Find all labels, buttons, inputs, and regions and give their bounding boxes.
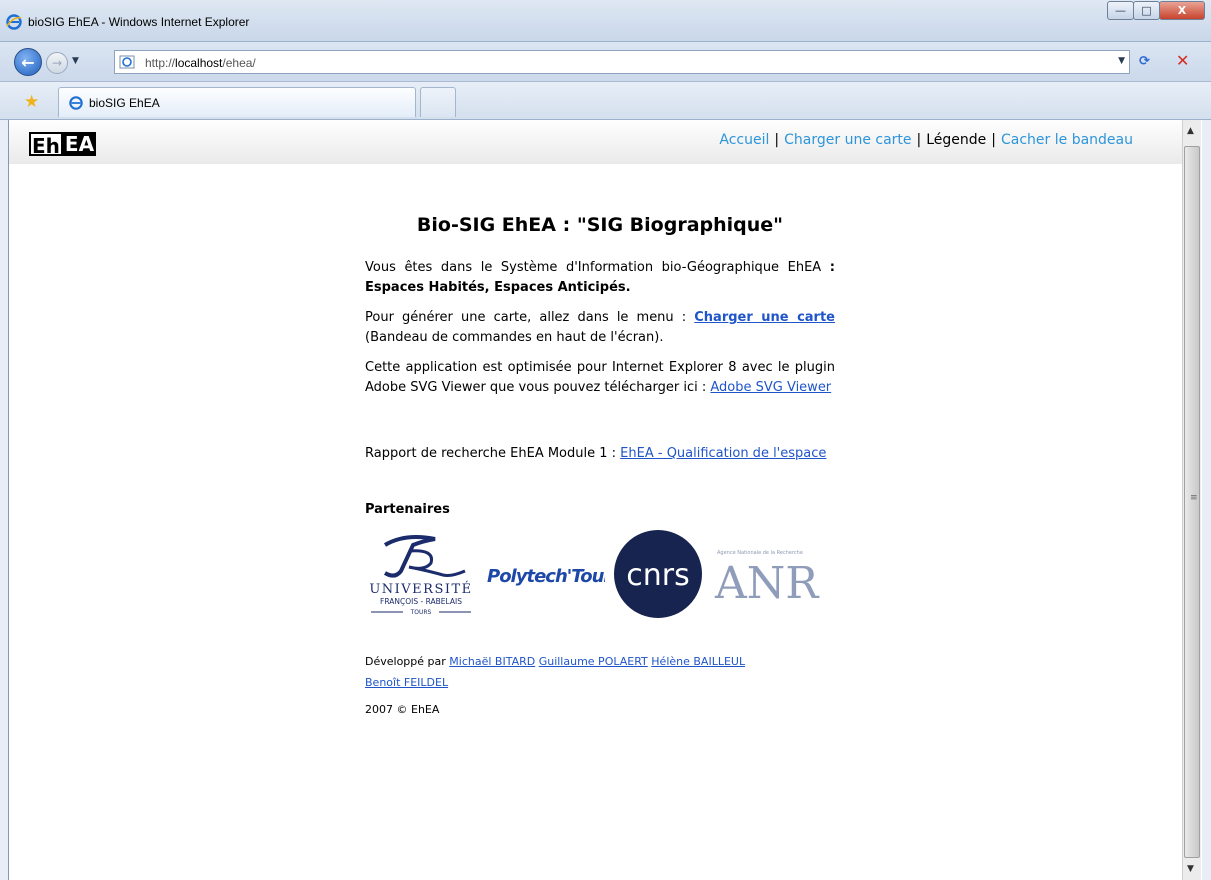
svg-text:Polytech'Tours: Polytech'Tours [487,566,605,587]
maximize-button[interactable]: □ [1133,1,1160,20]
scroll-down-icon[interactable]: ▼ [1187,864,1194,874]
address-toolbar: ← → ▼ http://localhost/ehea/ ▼ ⟳ ✕ [0,42,1211,82]
tab-bar: ★ bioSIG EhEA [0,82,1211,120]
tab-label: bioSIG EhEA [89,96,160,110]
svg-text:Agence Nationale de la Recherc: Agence Nationale de la Recherche [717,550,803,556]
title-bar: bioSIG EhEA - Windows Internet Explorer … [0,0,1211,42]
svg-text:UNIVERSITÉ: UNIVERSITÉ [369,581,472,597]
anr-logo: Agence Nationale de la Recherche ANR [714,550,820,606]
developer-link[interactable]: Michaël BITARD [449,655,535,668]
copyright: 2007 © EhEA [365,703,440,716]
grip-icon: ≡ [1190,493,1198,503]
nav-legende-label[interactable]: Légende [926,132,986,148]
cnrs-logo: cnrs [614,530,702,618]
ehea-logo: Eh EA [29,132,97,158]
top-banner: Eh EA Accueil | Charger une carte | Légende | C… [9,120,1183,164]
history-dropdown-icon[interactable]: ▼ [72,56,79,66]
scroll-up-icon[interactable]: ▲ [1187,126,1194,136]
adobe-svg-viewer-link[interactable]: Adobe SVG Viewer [710,380,831,395]
svg-text:FRANÇOIS - RABELAIS: FRANÇOIS - RABELAIS [380,597,462,606]
polytech-tours-logo: Polytech'Tours [487,566,605,587]
new-tab-button[interactable] [420,87,456,117]
refresh-icon[interactable]: ⟳ [1139,54,1150,69]
nav-accueil-link[interactable]: Accueil [719,132,769,148]
favorites-star-icon[interactable]: ★ [24,92,39,112]
page-icon [119,55,135,72]
charger-carte-link[interactable]: Charger une carte [694,310,835,325]
page-viewport: Eh EA Accueil | Charger une carte | Légende | C… [8,120,1202,880]
forward-arrow-icon: → [51,56,63,70]
browser-window: bioSIG EhEA - Windows Internet Explorer … [0,0,1211,880]
report-link[interactable]: EhEA - Qualification de l'espace [620,446,826,461]
ie-logo-icon [6,14,22,33]
developers-line: Développé par Michaël BITARD Guillaume P… [365,655,746,689]
svg-text:cnrs: cnrs [626,558,689,593]
nav-cacher-link[interactable]: Cacher le bandeau [1001,132,1133,148]
nav-charger-link[interactable]: Charger une carte [784,132,911,148]
tab-biosig[interactable]: bioSIG EhEA [58,87,416,117]
vertical-scrollbar[interactable]: ▲ ≡ ▼ [1182,120,1201,880]
close-button[interactable]: X [1159,1,1205,20]
developer-link[interactable]: Hélène BAILLEUL [651,655,745,668]
stop-icon[interactable]: ✕ [1176,51,1189,70]
developer-link[interactable]: Guillaume POLAERT [539,655,648,668]
url-text[interactable]: http://localhost/ehea/ [145,56,256,70]
report-paragraph: Rapport de recherche EhEA Module 1 : EhE… [365,446,827,461]
partner-logos: UNIVERSITÉ FRANÇOIS - RABELAIS TOURS Pol… [365,529,835,619]
scroll-thumb[interactable]: ≡ [1184,146,1200,858]
top-nav: Accueil | Charger une carte | Légende | Cacher… [719,132,1133,148]
minimize-button[interactable]: — [1107,1,1134,20]
optimization-paragraph: Cette application est optimisée pour Int… [365,360,835,395]
instructions-paragraph: Pour générer une carte, allez dans le me… [365,310,835,345]
address-dropdown-icon[interactable]: ▼ [1118,56,1125,66]
developer-link[interactable]: Benoît FEILDEL [365,676,448,689]
svg-text:ANR: ANR [714,558,820,606]
address-bar[interactable]: http://localhost/ehea/ ▼ [114,50,1130,74]
window-title: bioSIG EhEA - Windows Internet Explorer [28,15,250,29]
intro-paragraph: Vous êtes dans le Système d'Information … [365,260,835,295]
main-content: Bio-SIG EhEA : "SIG Biographique" Vous ê… [365,214,835,716]
page-title: Bio-SIG EhEA : "SIG Biographique" [416,214,784,236]
svg-text:TOURS: TOURS [410,609,432,616]
ie-tab-icon [69,96,83,113]
back-button[interactable]: ← [14,48,42,76]
forward-button[interactable]: → [46,52,68,74]
universite-tours-logo: UNIVERSITÉ FRANÇOIS - RABELAIS TOURS [369,535,472,616]
back-arrow-icon: ← [21,52,35,72]
partners-heading: Partenaires [365,502,450,517]
